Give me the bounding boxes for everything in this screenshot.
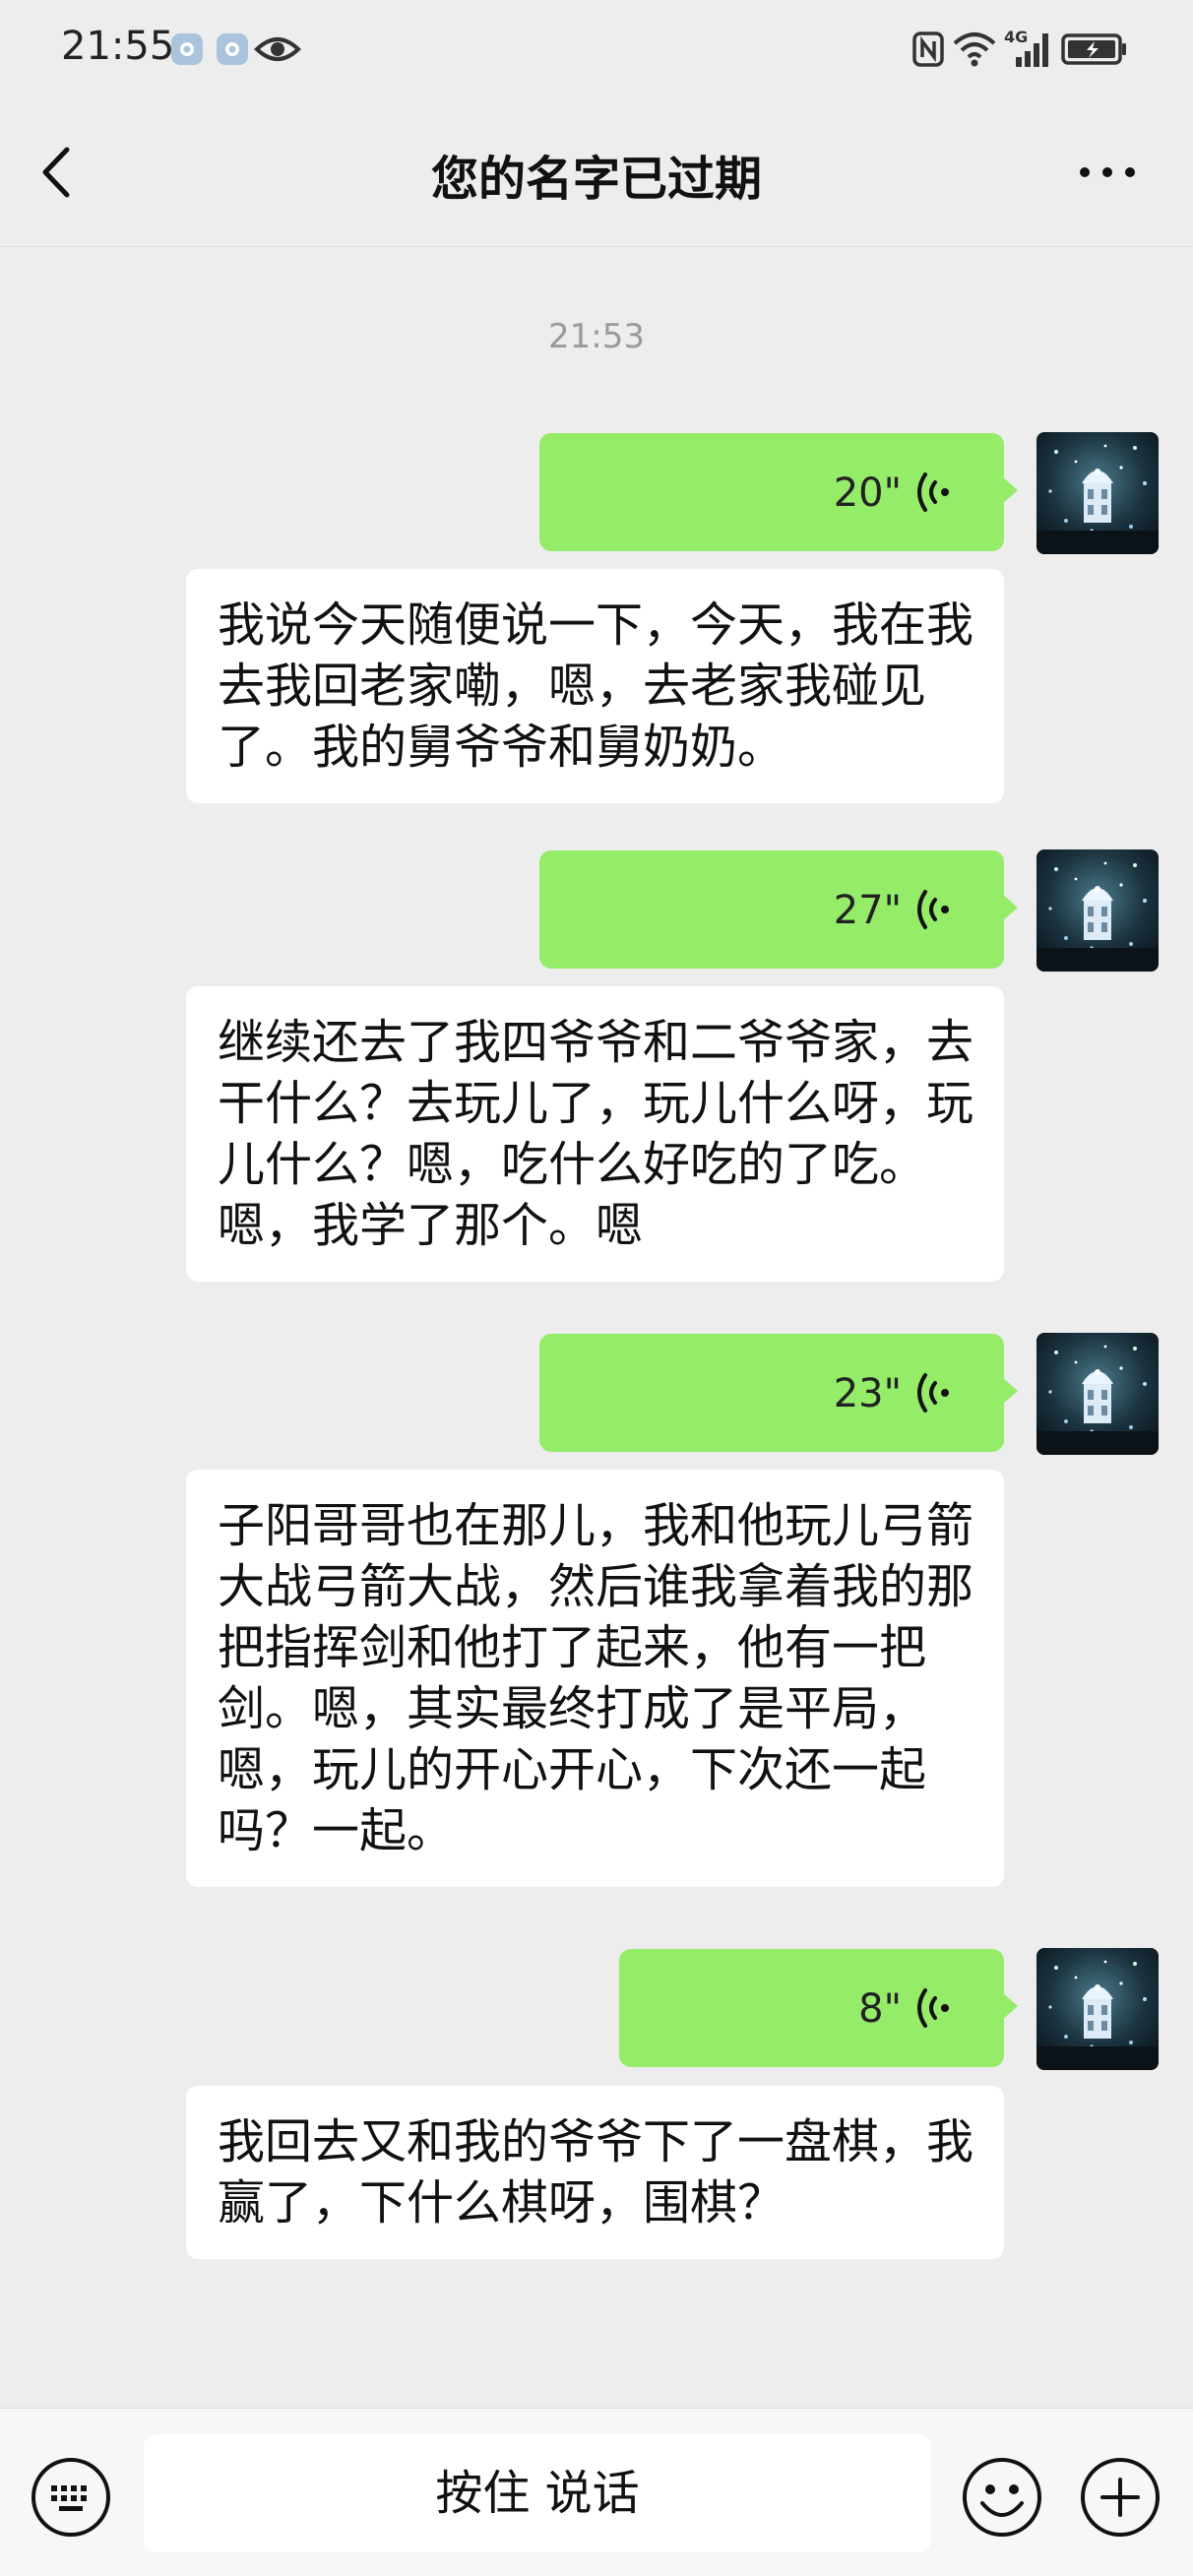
voice-duration: 23"	[833, 1371, 902, 1416]
hold-to-talk-button[interactable]: 按住 说话	[144, 2434, 931, 2552]
keyboard-icon[interactable]	[30, 2456, 112, 2539]
voice-message-bubble[interactable]: 20"	[539, 433, 1018, 551]
app-notification-icon	[217, 33, 248, 65]
voice-wave-icon	[917, 472, 949, 512]
avatar[interactable]	[1036, 1948, 1159, 2070]
status-time: 21:55	[61, 24, 175, 69]
bubble-tail	[1002, 894, 1018, 921]
bubble-tail	[1002, 1992, 1018, 2020]
avatar[interactable]	[1036, 1333, 1159, 1455]
bubble-tail	[1002, 1377, 1018, 1405]
nfc-icon	[912, 31, 944, 67]
voice-message-bubble[interactable]: 27"	[539, 850, 1018, 969]
voice-wave-icon	[917, 890, 949, 929]
app-notification-icon	[171, 33, 203, 65]
voice-wave-icon	[917, 1988, 949, 2028]
network-type-label: 4G	[1004, 28, 1029, 46]
bubble-tail	[1002, 476, 1018, 504]
transcript-bubble[interactable]: 我回去又和我的爷爷下了一盘棋，我赢了，下什么棋呀，围棋？	[186, 2086, 1004, 2259]
emoji-icon[interactable]	[961, 2456, 1043, 2539]
wifi-icon	[953, 32, 996, 67]
battery-charging-icon	[1061, 33, 1126, 65]
voice-duration: 27"	[833, 888, 902, 933]
transcript-bubble[interactable]: 子阳哥哥也在那儿，我和他玩儿弓箭大战弓箭大战，然后谁我拿着我的那把指挥剑和他打了…	[186, 1470, 1004, 1887]
chat-timestamp: 21:53	[548, 317, 645, 356]
status-bar: 21:55 4G	[0, 0, 1193, 98]
avatar[interactable]	[1036, 432, 1159, 554]
chat-header: 您的名字已过期	[0, 98, 1193, 247]
more-dots-icon[interactable]	[1073, 148, 1142, 197]
transcript-bubble[interactable]: 继续还去了我四爷爷和二爷爷家，去干什么？去玩儿了，玩儿什么呀，玩儿什么？嗯，吃什…	[186, 986, 1004, 1282]
transcript-bubble[interactable]: 我说今天随便说一下，今天，我在我去我回老家嘞，嗯，去老家我碰见了。我的舅爷爷和舅…	[186, 569, 1004, 803]
eye-icon	[254, 37, 301, 61]
chat-title: 您的名字已过期	[430, 152, 762, 207]
voice-wave-icon	[917, 1373, 949, 1413]
voice-message-bubble[interactable]: 23"	[539, 1334, 1018, 1452]
voice-duration: 20"	[833, 471, 902, 516]
chat-input-bar: 按住 说话	[0, 2408, 1193, 2576]
voice-duration: 8"	[858, 1986, 902, 2032]
plus-icon[interactable]	[1079, 2456, 1162, 2539]
voice-message-bubble[interactable]: 8"	[619, 1949, 1018, 2067]
avatar[interactable]	[1036, 849, 1159, 972]
